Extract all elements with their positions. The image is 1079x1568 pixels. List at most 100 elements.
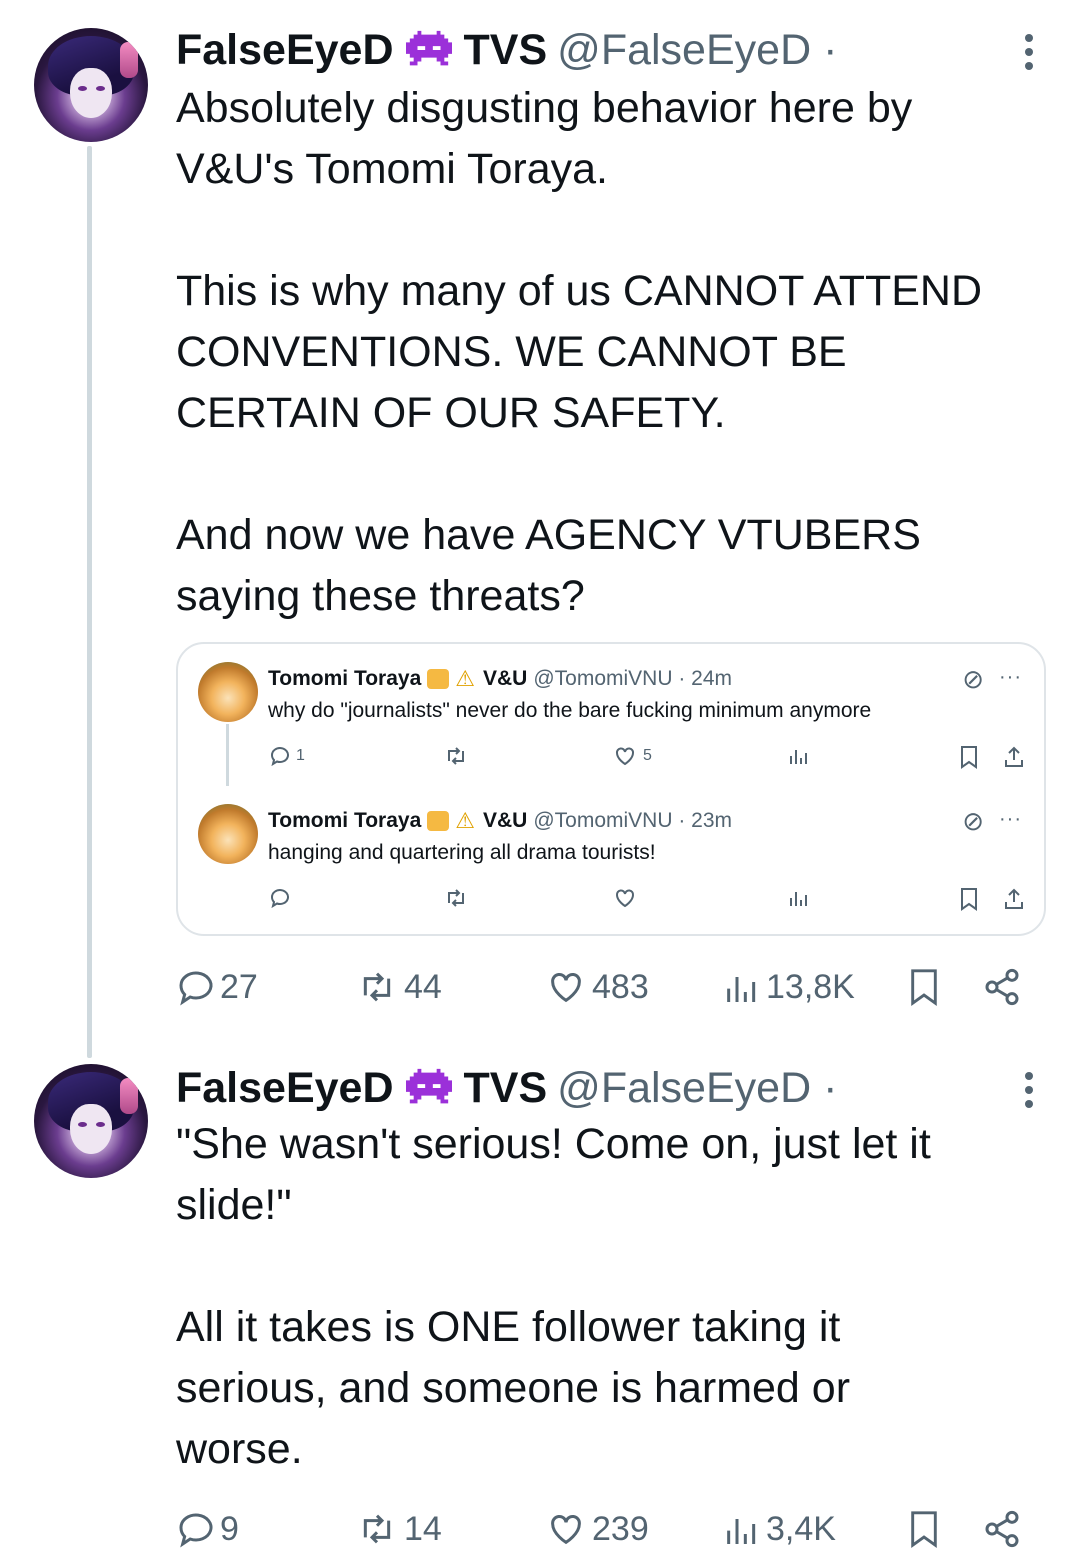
tweet-actions: 27 44 483 13,8K (176, 962, 1036, 1012)
reply-icon (179, 1513, 213, 1548)
like-icon (551, 973, 581, 1003)
share-button[interactable] (982, 1504, 1022, 1554)
bookmark-button[interactable] (906, 962, 942, 1012)
tweet-1[interactable]: FalseEyeD TVS @FalseEyeD · Absolutely di… (0, 0, 1079, 1058)
quoted-author-handle[interactable]: @TomomiVNU · 24m (533, 666, 732, 692)
share-icon (985, 968, 1019, 1006)
quoted-author-name[interactable]: Tomomi Toraya (268, 808, 421, 834)
thread-line (87, 146, 92, 1058)
share-button[interactable] (982, 962, 1022, 1012)
tweet-2[interactable]: FalseEyeD TVS @FalseEyeD · "She wasn't s… (0, 1040, 1079, 1568)
grok-icon[interactable]: ⊘ (962, 806, 984, 837)
tweet-header: FalseEyeD TVS @FalseEyeD · (176, 1062, 837, 1114)
views-icon (790, 892, 807, 906)
reply-button[interactable]: 27 (176, 962, 258, 1012)
quoted-thread-line (226, 724, 229, 786)
views-button[interactable]: 3,4K (722, 1504, 836, 1554)
quoted-post-text: hanging and quartering all drama tourist… (268, 841, 656, 864)
like-button[interactable]: 239 (544, 1504, 649, 1554)
author-avatar[interactable] (34, 1064, 148, 1178)
views-count: 13,8K (766, 967, 855, 1006)
reply-button[interactable]: 1 (268, 744, 305, 768)
quoted-post-1[interactable]: Tomomi Toraya ⚠ V&U @TomomiVNU · 24m ⊘ ·… (178, 644, 1044, 786)
quoted-author-name[interactable]: Tomomi Toraya (268, 666, 421, 692)
like-count: 483 (592, 967, 649, 1006)
quoted-post-actions (268, 886, 1028, 914)
author-avatar[interactable] (34, 28, 148, 142)
warning-emoji-icon: ⚠ (455, 808, 475, 833)
author-affiliation: TVS (463, 1064, 548, 1112)
repost-icon (363, 972, 391, 1002)
quoted-tweet-card[interactable]: Tomomi Toraya ⚠ V&U @TomomiVNU · 24m ⊘ ·… (176, 642, 1046, 936)
quoted-post-actions: 1 5 (268, 744, 1028, 772)
quoted-author-affiliation: V&U (482, 667, 528, 690)
like-icon (616, 889, 634, 908)
share-icon (1005, 746, 1023, 767)
grok-icon[interactable]: ⊘ (962, 664, 984, 695)
like-button[interactable]: 483 (544, 962, 649, 1012)
like-button[interactable] (613, 886, 637, 910)
bookmark-button[interactable] (958, 886, 980, 912)
reply-count: 9 (220, 1509, 239, 1548)
bookmark-icon (961, 746, 977, 769)
views-button[interactable] (788, 744, 810, 768)
quoted-author-avatar[interactable] (198, 804, 258, 864)
bookmark-button[interactable] (906, 1504, 942, 1554)
reply-count: 27 (220, 967, 258, 1006)
more-horizontal-icon[interactable]: ··· (999, 666, 1022, 689)
author-handle[interactable]: @FalseEyeD · (557, 24, 837, 76)
more-horizontal-icon[interactable]: ··· (999, 808, 1022, 831)
alien-emoji-icon (405, 1068, 452, 1108)
share-button[interactable] (1002, 886, 1026, 912)
repost-icon (363, 1514, 391, 1544)
repost-count: 14 (404, 1509, 442, 1548)
share-button[interactable] (1002, 744, 1026, 770)
repost-button[interactable]: 14 (354, 1504, 442, 1554)
like-count: 5 (643, 747, 652, 764)
tiger-emoji-icon (427, 669, 450, 689)
like-button[interactable]: 5 (613, 744, 652, 768)
warning-emoji-icon: ⚠ (455, 666, 475, 691)
quoted-post-text: why do "journalists" never do the bare f… (268, 699, 872, 722)
reply-icon (179, 971, 213, 1006)
bookmark-icon (911, 969, 937, 1006)
repost-count: 44 (404, 967, 442, 1006)
quoted-author-avatar[interactable] (198, 662, 258, 722)
quoted-author-handle[interactable]: @TomomiVNU · 23m (533, 808, 732, 834)
views-icon (790, 750, 807, 764)
more-vertical-icon[interactable] (1025, 1072, 1035, 1114)
author-name[interactable]: FalseEyeD (176, 24, 394, 76)
more-vertical-icon[interactable] (1025, 34, 1035, 76)
author-affiliation: TVS (463, 26, 548, 74)
reply-button[interactable] (268, 886, 292, 910)
tiger-emoji-icon (427, 811, 450, 831)
tweet-text: "She wasn't serious! Come on, just let i… (176, 1120, 931, 1473)
quoted-post-header: Tomomi Toraya ⚠ V&U @TomomiVNU · 23m (268, 808, 732, 834)
views-button[interactable]: 13,8K (722, 962, 855, 1012)
reply-icon (271, 889, 289, 909)
tweet-actions: 9 14 239 3,4K (176, 1504, 1036, 1554)
like-count: 239 (592, 1509, 649, 1548)
bookmark-icon (911, 1511, 937, 1548)
views-icon (727, 1519, 756, 1544)
share-icon (985, 1510, 1019, 1548)
repost-button[interactable]: 44 (354, 962, 442, 1012)
views-icon (727, 977, 756, 1002)
quoted-post-2[interactable]: Tomomi Toraya ⚠ V&U @TomomiVNU · 23m ⊘ ·… (178, 786, 1044, 936)
like-icon (616, 747, 634, 766)
reply-count: 1 (296, 747, 305, 764)
views-button[interactable] (788, 886, 810, 910)
author-name[interactable]: FalseEyeD (176, 1062, 394, 1114)
tweet-header: FalseEyeD TVS @FalseEyeD · (176, 24, 837, 76)
views-count: 3,4K (766, 1509, 836, 1548)
repost-icon (448, 889, 464, 907)
quoted-post-header: Tomomi Toraya ⚠ V&U @TomomiVNU · 24m (268, 666, 732, 692)
repost-button[interactable] (443, 744, 469, 768)
bookmark-icon (961, 888, 977, 911)
quoted-author-affiliation: V&U (482, 809, 528, 832)
repost-button[interactable] (443, 886, 469, 910)
reply-button[interactable]: 9 (176, 1504, 239, 1554)
bookmark-button[interactable] (958, 744, 980, 770)
like-icon (551, 1515, 581, 1545)
author-handle[interactable]: @FalseEyeD · (557, 1062, 837, 1114)
